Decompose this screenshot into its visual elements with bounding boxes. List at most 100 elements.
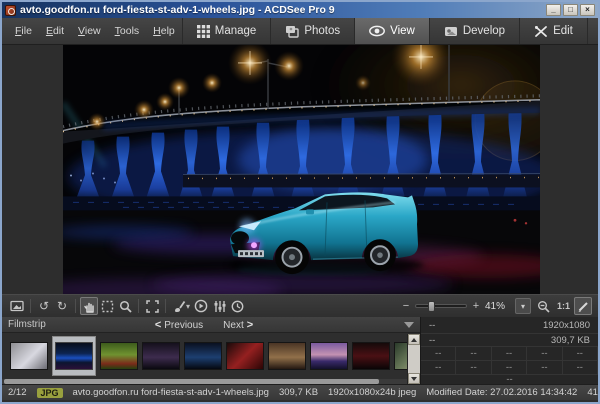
selected-thumbnail-frame[interactable] [52,336,96,376]
edit-tools-icon [534,25,548,38]
zoom-out-button[interactable]: − [401,300,411,312]
tab-photos-label: Photos [304,25,340,37]
menu-tools[interactable]: Tools [108,22,147,40]
filmstrip-title: Filmstrip [8,319,46,330]
tab-edit-label: Edit [553,25,573,37]
tab-view[interactable]: View [354,18,429,44]
vscrollbar-track[interactable] [408,345,420,373]
thumbnail-tan-portrait[interactable] [268,342,306,370]
tab-develop[interactable]: Develop [429,18,519,44]
info-cell: -- [563,347,598,361]
next-button[interactable]: Next> [220,319,253,331]
thumbnail-dark-purple-car[interactable] [142,342,180,370]
thumbnail-green-scene-red-car[interactable] [100,342,138,370]
menu-help[interactable]: Help [146,22,182,40]
info-cell: -- [456,347,491,361]
thumbnail-blue-night-car-selected[interactable] [55,342,93,370]
info-cell: -- [456,361,491,375]
zoom-tool-icon[interactable] [116,297,134,315]
filmstrip-hscrollbar[interactable] [2,379,420,384]
status-details: 1920x1080x24b jpeg [328,387,416,398]
actual-size-button[interactable]: 1:1 [557,301,570,311]
toolbar-separator [30,299,31,313]
status-filename: avto.goodfon.ru ford-fiesta-st-adv-1-whe… [73,387,269,398]
zoom-lock-pencil-icon[interactable] [574,297,592,315]
eye-icon [369,25,385,37]
hscrollbar-thumb[interactable] [4,379,379,384]
info-cell: -- [421,347,456,361]
window-title: avto.goodfon.ru ford-fiesta-st-adv-1-whe… [20,4,335,16]
menu-view[interactable]: View [71,22,108,40]
previous-button[interactable]: <Previous [155,319,206,331]
acdsee-window: avto.goodfon.ru ford-fiesta-st-adv-1-whe… [0,0,600,404]
next-label: Next [223,320,244,331]
toolbar-separator [138,299,139,313]
chevron-right-icon: > [247,319,253,331]
maximize-button[interactable]: □ [563,4,578,16]
status-modified-date: Modified Date: 27.02.2016 14:34:42 [426,387,577,398]
chevron-left-icon: < [155,319,161,331]
filmstrip-nav: <Previous Next> [2,317,406,333]
select-marquee-icon[interactable] [98,297,116,315]
info-cell: -- [492,361,527,375]
tab-photos[interactable]: Photos [270,18,354,44]
thumbnail-silver-car[interactable] [10,342,48,370]
thumbnail-dark-red-sign[interactable] [352,342,390,370]
zoom-slider-handle[interactable] [428,301,435,312]
filmstrip-dropdown-icon[interactable] [404,322,414,328]
toolbar-separator [75,299,76,313]
tab-365[interactable]: 365 365 [587,18,600,44]
minimize-button[interactable]: _ [546,4,561,16]
image-viewer[interactable] [2,45,598,294]
filmstrip-panel: Filmstrip <Previous Next> [2,317,420,384]
format-badge: JPG [37,388,63,398]
photos-icon [285,25,299,38]
status-filesize: 309,7 KB [279,387,318,398]
zoom-in-button[interactable]: + [471,300,481,312]
clock-history-icon[interactable] [228,297,246,315]
status-zoom: 41% [587,387,600,398]
tab-develop-label: Develop [463,25,505,37]
zoom-slider[interactable] [415,304,467,308]
zoom-fit-icon[interactable] [535,297,553,315]
tab-manage-label: Manage [215,25,257,37]
info-grid: -- -- -- -- -- -- -- -- -- -- [421,347,598,375]
info-row-filesize: -- 309,7 KB [421,334,598,347]
menu-bar: File Edit View Tools Help Manage Photos … [2,18,598,45]
menu-file[interactable]: File [8,22,39,40]
info-placeholder: -- [429,320,435,331]
status-bar: 2/12 JPG avto.goodfon.ru ford-fiesta-st-… [2,384,598,400]
rotate-right-icon[interactable]: ↻ [53,297,71,315]
develop-sliders-icon[interactable] [210,297,228,315]
thumbnail-dark-blue-car[interactable] [184,342,222,370]
filmstrip-vscrollbar[interactable] [407,334,420,384]
close-button[interactable]: × [580,4,595,16]
image-filesize: 309,7 KB [551,335,590,346]
scroll-up-button[interactable] [408,334,420,345]
develop-icon [444,25,458,38]
info-placeholder: -- [429,335,435,346]
previous-label: Previous [164,320,203,331]
tab-manage[interactable]: Manage [182,18,271,44]
info-cell: -- [563,361,598,375]
info-cell: -- [421,361,456,375]
thumbnail-strip [2,333,420,379]
zoom-percentage: 41% [485,301,511,312]
title-bar: avto.goodfon.ru ford-fiesta-st-adv-1-whe… [2,2,598,18]
menu-edit[interactable]: Edit [39,22,71,40]
info-row-dimensions: -- 1920x1080 [421,317,598,334]
scroll-down-button[interactable] [408,373,420,384]
tab-view-label: View [390,25,415,37]
arrow-down-icon [411,377,417,381]
rotate-left-icon[interactable]: ↺ [35,297,53,315]
viewer-toolbar: ↺ ↻ ▾ − + 41% ▾ 1:1 [2,294,598,317]
tab-edit[interactable]: Edit [519,18,587,44]
view-mode-icon[interactable] [8,297,26,315]
slideshow-play-icon[interactable] [192,297,210,315]
zoom-dropdown-button[interactable]: ▾ [515,298,531,314]
fit-image-icon[interactable] [143,297,161,315]
pan-hand-icon[interactable] [80,297,98,315]
brush-dropdown-caret[interactable]: ▾ [186,302,190,311]
thumbnail-red-black-car[interactable] [226,342,264,370]
thumbnail-sunset-city-water[interactable] [310,342,348,370]
